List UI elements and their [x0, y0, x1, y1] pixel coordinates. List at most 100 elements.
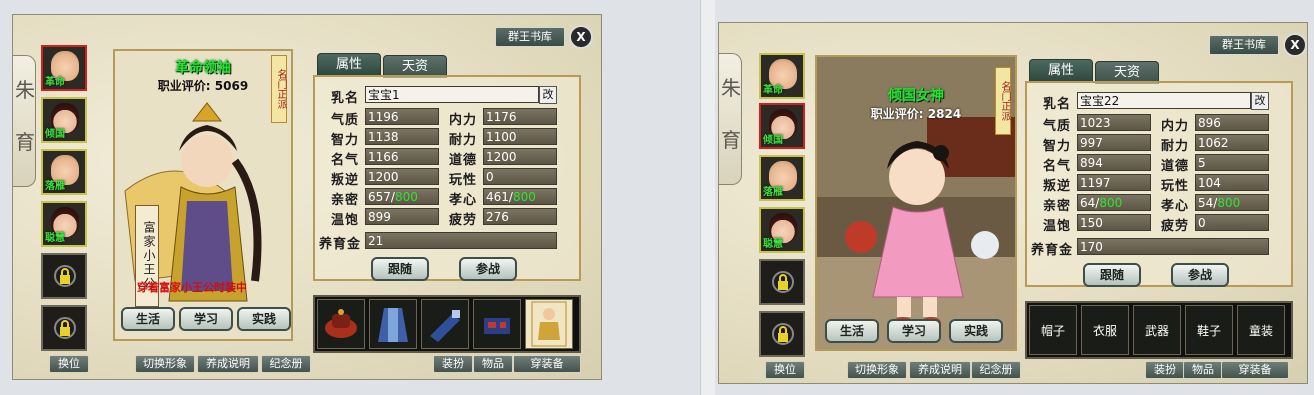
child-panel-left: 朱 育 群王书库 X 革命 倾国 落雁 聪慧 换位 革命领袖 职业评价: 506…	[12, 14, 602, 380]
stat-label: 疲劳	[449, 213, 478, 228]
tab-attributes[interactable]: 属性	[1029, 59, 1093, 82]
faction-tag: 名门正派	[995, 67, 1011, 135]
life-button[interactable]: 生活	[121, 307, 175, 331]
stat-value: 1197	[1077, 174, 1151, 191]
shoes-icon	[484, 318, 510, 334]
locked-slot[interactable]	[41, 305, 87, 351]
close-icon[interactable]: X	[1283, 33, 1307, 57]
switch-appearance-button[interactable]: 切换形象	[135, 355, 195, 373]
equipment-bar	[313, 295, 581, 353]
stat-label: 温饱	[1043, 219, 1072, 234]
portrait-frame: 革命领袖 职业评价: 5069 名门正派 富家小王公 穿着富家小王公时装中 生活…	[113, 49, 293, 341]
stat-label: 叛逆	[1043, 179, 1072, 194]
name-field[interactable]: 宝宝1	[365, 86, 539, 103]
stat-label: 玩性	[1161, 179, 1190, 194]
tab-attributes[interactable]: 属性	[317, 53, 381, 76]
costume-note: 穿着富家小王公时装中	[137, 281, 247, 294]
equip-slot-clothes[interactable]	[369, 299, 417, 349]
equip-slot-costume[interactable]: 童装	[1237, 305, 1285, 355]
equip-slot-weapon[interactable]: 武器	[1133, 305, 1181, 355]
raising-guide-button[interactable]: 养成说明	[197, 355, 259, 373]
child-slot[interactable]: 落雁	[759, 155, 805, 201]
equip-slot-shoes[interactable]	[473, 299, 521, 349]
stat-label: 玩性	[449, 173, 478, 188]
album-button[interactable]: 纪念册	[261, 355, 311, 373]
equip-slot-shoes[interactable]: 鞋子	[1185, 305, 1233, 355]
stat-label: 名气	[1043, 159, 1072, 174]
swap-button[interactable]: 换位	[49, 355, 89, 373]
library-button[interactable]: 群王书库	[495, 27, 565, 47]
child-slot[interactable]: 聪慧	[759, 207, 805, 253]
close-icon[interactable]: X	[569, 25, 593, 49]
child-slot[interactable]: 倾国	[759, 103, 805, 149]
practice-button[interactable]: 实践	[237, 307, 291, 331]
stat-value: 1176	[483, 108, 557, 125]
stat-label: 亲密	[1043, 199, 1072, 214]
battle-button[interactable]: 参战	[1171, 263, 1229, 287]
raising-guide-button[interactable]: 养成说明	[909, 361, 971, 379]
stat-label: 内力	[1161, 119, 1190, 134]
stat-label: 疲劳	[1161, 219, 1190, 234]
practice-button[interactable]: 实践	[949, 319, 1003, 343]
dress-up-button[interactable]: 装扮	[1145, 361, 1185, 379]
stat-label: 孝心	[449, 193, 478, 208]
child-slot[interactable]: 革命	[759, 53, 805, 99]
stats-panel: 乳名 宝宝1 改 气质 1196 内力 1176 智力 1138 耐力 1100…	[313, 75, 581, 281]
stat-value: 1166	[365, 148, 439, 165]
child-slot[interactable]: 革命	[41, 45, 87, 91]
items-button[interactable]: 物品	[473, 355, 513, 373]
wear-equipment-button[interactable]: 穿装备	[513, 355, 581, 373]
child-slot[interactable]: 落雁	[41, 149, 87, 195]
child-panel-right: 朱 育 群王书库 X 革命 倾国 落雁 聪慧 换位 倾国女神 职业评价: 282…	[718, 22, 1308, 384]
name-field[interactable]: 宝宝22	[1077, 92, 1251, 109]
equip-slot-hat[interactable]: 帽子	[1029, 305, 1077, 355]
battle-button[interactable]: 参战	[459, 257, 517, 281]
career-score: 职业评价: 2824	[870, 107, 962, 121]
locked-slot[interactable]	[41, 253, 87, 299]
stat-label: 气质	[331, 113, 360, 128]
life-button[interactable]: 生活	[825, 319, 879, 343]
stat-value: 1200	[365, 168, 439, 185]
wear-equipment-button[interactable]: 穿装备	[1221, 361, 1289, 379]
study-button[interactable]: 学习	[179, 307, 233, 331]
lock-icon	[54, 265, 76, 287]
stat-value: 0	[483, 168, 557, 185]
stat-value: 1062	[1195, 134, 1269, 151]
equip-slot-costume[interactable]	[525, 299, 573, 349]
side-scroll-decoration: 朱 育	[13, 55, 36, 187]
scroll-glyph: 朱	[15, 78, 35, 102]
switch-appearance-button[interactable]: 切换形象	[847, 361, 907, 379]
items-button[interactable]: 物品	[1183, 361, 1223, 379]
rank-title: 倾国女神	[888, 88, 944, 104]
album-button[interactable]: 纪念册	[971, 361, 1021, 379]
rank-title: 革命领袖	[175, 60, 231, 76]
child-slot[interactable]: 倾国	[41, 97, 87, 143]
stat-value: 276	[483, 208, 557, 225]
stat-label: 名气	[331, 153, 360, 168]
equip-slot-hat[interactable]	[317, 299, 365, 349]
stat-value: 1200	[483, 148, 557, 165]
follow-button[interactable]: 跟随	[1083, 263, 1141, 287]
locked-slot[interactable]	[759, 259, 805, 305]
follow-button[interactable]: 跟随	[371, 257, 429, 281]
stat-value: 5	[1195, 154, 1269, 171]
library-button[interactable]: 群王书库	[1209, 35, 1279, 55]
study-button[interactable]: 学习	[887, 319, 941, 343]
scroll-glyph: 育	[721, 128, 741, 152]
stat-value: 1023	[1077, 114, 1151, 131]
rename-button[interactable]: 改	[1251, 92, 1269, 110]
stat-value: 896	[1195, 114, 1269, 131]
stat-label: 耐力	[1161, 139, 1190, 154]
dress-up-button[interactable]: 装扮	[433, 355, 473, 373]
raising-fund-value: 170	[1077, 238, 1269, 255]
locked-slot[interactable]	[759, 311, 805, 357]
rename-button[interactable]: 改	[539, 86, 557, 104]
scroll-glyph: 育	[15, 130, 35, 154]
swap-button[interactable]: 换位	[765, 361, 805, 379]
faction-tag: 名门正派	[271, 55, 287, 123]
equip-slot-weapon[interactable]	[421, 299, 469, 349]
stat-label: 耐力	[449, 133, 478, 148]
child-slot[interactable]: 聪慧	[41, 201, 87, 247]
career-score: 职业评价: 5069	[157, 79, 249, 93]
equip-slot-clothes[interactable]: 衣服	[1081, 305, 1129, 355]
